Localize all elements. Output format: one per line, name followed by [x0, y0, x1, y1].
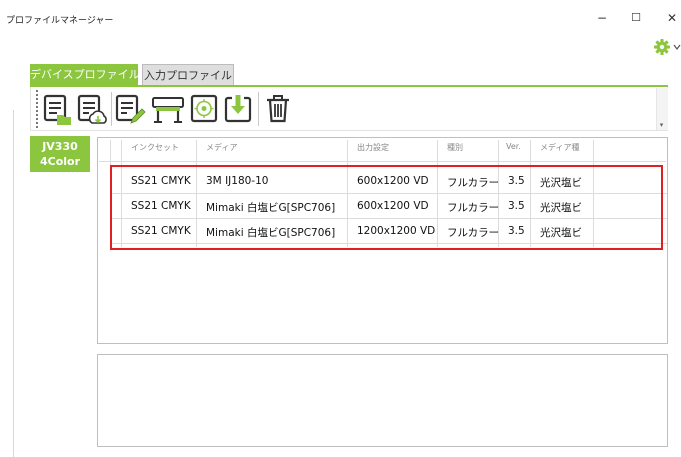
chevron-down-icon[interactable]: ▾: [656, 121, 667, 129]
tab-device-profile[interactable]: デバイスプロファイル: [30, 64, 140, 86]
download-profile-icon[interactable]: [76, 91, 108, 127]
export-icon[interactable]: [222, 91, 254, 127]
target-icon[interactable]: [188, 91, 220, 127]
toolbar-separator: [258, 92, 259, 126]
header-divider: [99, 161, 666, 162]
panel-border: [13, 110, 14, 457]
printer-icon[interactable]: [150, 91, 186, 127]
edit-profile-icon[interactable]: [114, 91, 146, 127]
open-profile-icon[interactable]: [42, 91, 74, 127]
close-button[interactable]: ✕: [662, 10, 681, 26]
column-header-inkset[interactable]: インクセット: [131, 142, 179, 153]
maximize-button[interactable]: ☐: [626, 10, 646, 26]
column-header-media[interactable]: メディア: [206, 142, 237, 153]
device-color: 4Color: [39, 155, 81, 168]
window-title: プロファイルマネージャー: [6, 16, 114, 26]
minimize-button[interactable]: −: [592, 10, 612, 26]
column-header-type[interactable]: 種別: [447, 142, 463, 153]
device-item-jv330[interactable]: JV330 4Color: [30, 136, 90, 172]
device-name: JV330: [42, 140, 78, 153]
toolbar-grip[interactable]: [36, 90, 39, 128]
detail-panel: [97, 354, 668, 447]
settings-gear-icon[interactable]: [653, 38, 681, 56]
column-header-version[interactable]: Ver.: [506, 142, 521, 151]
toolbar-separator: [111, 92, 112, 126]
column-header-media-type[interactable]: メディア種: [540, 142, 579, 153]
column-header-output[interactable]: 出力設定: [357, 142, 389, 153]
tab-input-profile[interactable]: 入力プロファイル: [142, 64, 234, 86]
trash-icon[interactable]: [262, 91, 294, 127]
selection-highlight: [110, 165, 663, 250]
